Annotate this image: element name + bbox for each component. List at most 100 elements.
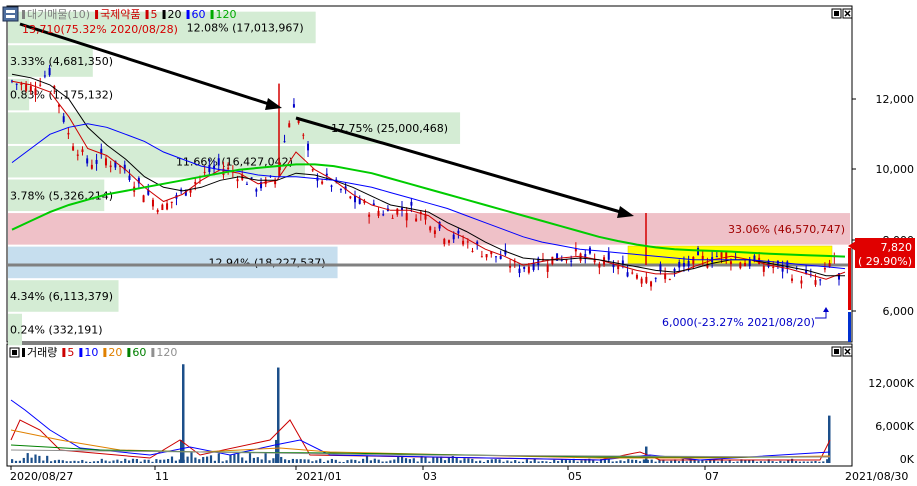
legend-label: 5	[67, 346, 74, 359]
candle-body	[377, 210, 380, 216]
candle-body	[288, 123, 291, 128]
candle-body	[631, 272, 634, 274]
volume-close-icon[interactable]	[842, 346, 853, 357]
volume-bar	[670, 460, 673, 463]
candle-body	[480, 256, 483, 258]
volume-bar	[635, 459, 638, 463]
volume-bar	[685, 461, 688, 463]
legend-label: 대기매물(10)	[27, 8, 90, 21]
volume-bar	[518, 461, 521, 463]
candle-body	[302, 134, 305, 136]
volume-bar	[342, 461, 345, 463]
candle-body	[368, 214, 371, 217]
volume-bar	[346, 460, 349, 463]
volume-bar	[241, 457, 244, 463]
candle-body	[485, 254, 488, 258]
volume-profile-label: 0.24% (332,191)	[10, 324, 103, 337]
candle-body	[325, 173, 328, 176]
legend-swatch	[186, 10, 190, 19]
volume-bar	[233, 454, 236, 463]
volume-bar	[471, 458, 474, 463]
volume-bar	[295, 459, 298, 463]
volume-bar	[794, 461, 798, 463]
candle-body	[739, 262, 742, 269]
volume-bar	[18, 460, 21, 463]
volume-bar	[537, 461, 540, 463]
volume-bar	[170, 456, 174, 463]
volume-bar	[92, 461, 96, 463]
volume-bar	[479, 460, 482, 463]
candle-body	[791, 278, 794, 281]
volume-maximize-icon[interactable]	[831, 346, 842, 357]
volume-bar	[108, 461, 111, 463]
volume-bar	[506, 460, 509, 463]
candle-body	[527, 266, 530, 273]
candle-body	[250, 177, 253, 179]
volume-tick-label: 6,000K	[875, 420, 914, 433]
volume-bar	[307, 459, 310, 463]
volume-bar	[724, 461, 727, 463]
volume-bar	[510, 461, 513, 463]
candle-body	[382, 214, 385, 216]
candle-body	[217, 158, 220, 166]
legend-label: 국제약품	[100, 7, 140, 21]
candle-body	[43, 75, 46, 77]
candle-body	[67, 132, 70, 135]
volume-profile-label: 3.33% (4,681,350)	[10, 55, 113, 68]
last-candle-bar	[848, 248, 851, 310]
maximize-icon[interactable]	[831, 8, 842, 19]
volume-bar	[38, 455, 41, 463]
candle-body	[330, 185, 333, 187]
candle-body	[819, 279, 822, 281]
candle-body	[659, 264, 662, 272]
volume-tick-label: 12,000K	[868, 377, 914, 390]
legend-swatch	[95, 10, 99, 19]
volume-bar	[463, 458, 466, 463]
candle-body	[62, 116, 65, 122]
volume-bar	[545, 461, 548, 463]
volume-bar	[131, 458, 135, 463]
volume-bar	[369, 460, 372, 463]
legend-label: 20	[168, 8, 182, 21]
volume-chart-icon[interactable]	[9, 347, 20, 358]
volume-bar	[284, 459, 287, 463]
volume-bar	[549, 461, 552, 463]
volume-bar	[186, 456, 189, 463]
volume-bar	[389, 460, 392, 463]
volume-bar	[779, 460, 782, 463]
volume-bar	[116, 459, 119, 463]
volume-profile-label: 4.34% (6,113,379)	[10, 290, 113, 303]
candle-body	[518, 268, 521, 274]
volume-bar	[490, 459, 493, 463]
candle-body	[462, 240, 465, 245]
candle-body	[349, 196, 352, 199]
volume-bar	[237, 452, 240, 463]
volume-bar	[299, 459, 302, 463]
candle-body	[772, 266, 775, 268]
volume-bar	[818, 461, 821, 463]
last-candle-blue	[848, 312, 851, 342]
chart-type-icon[interactable]	[2, 6, 19, 22]
volume-bar	[752, 460, 755, 463]
volume-bar	[596, 461, 599, 463]
volume-bar	[124, 458, 127, 463]
current-price-change: ( 29.90%)	[858, 255, 912, 268]
candle-body	[203, 171, 206, 173]
candle-body	[321, 181, 324, 184]
volume-bar	[147, 459, 150, 463]
volume-profile-label: 12.94% (18,227,537)	[209, 256, 326, 269]
volume-bar	[206, 456, 209, 463]
volume-bar	[217, 453, 220, 463]
volume-bar	[705, 460, 708, 463]
legend-swatch	[145, 10, 149, 19]
close-icon[interactable]	[842, 8, 853, 19]
volume-bar	[494, 459, 497, 463]
volume-bar	[319, 458, 322, 463]
candle-body	[95, 159, 98, 164]
candle-body	[729, 261, 732, 265]
candle-body	[415, 218, 418, 222]
candle-body	[410, 201, 413, 206]
volume-bar	[428, 461, 431, 463]
candle-body	[748, 259, 751, 267]
volume-bar	[443, 460, 447, 463]
